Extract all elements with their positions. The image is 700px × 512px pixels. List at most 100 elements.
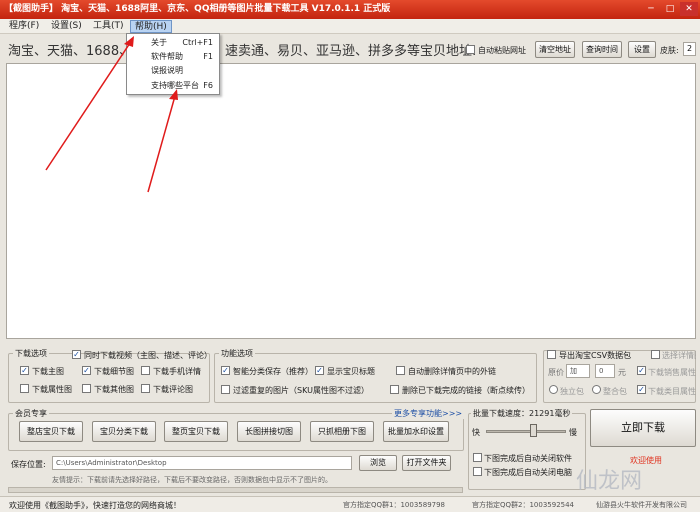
- auto-paste-checkbox[interactable]: [466, 45, 475, 54]
- menu-tools[interactable]: 工具(T): [89, 20, 128, 33]
- independent-radio[interactable]: [549, 385, 558, 394]
- speed-slider-thumb[interactable]: [530, 424, 537, 437]
- select-detail-checkbox[interactable]: [651, 350, 660, 359]
- watermark-settings-button[interactable]: 批量加水印设置: [383, 421, 449, 442]
- album-grab-button[interactable]: 只抓相册下图: [310, 421, 374, 442]
- original-price-label: 原价: [548, 368, 564, 377]
- settings-button[interactable]: 设置: [628, 41, 656, 58]
- auto-paste-label: 自动粘贴网址: [478, 46, 526, 55]
- progress-bar: [8, 487, 463, 493]
- status-bar: 欢迎使用《截图助手》，快速打造您的网络商城！ 官方指定QQ群1：10035897…: [0, 496, 700, 512]
- download-options-title: 下载选项: [13, 348, 49, 359]
- comment-image-checkbox[interactable]: [141, 384, 150, 393]
- minimize-button[interactable]: ─: [642, 2, 660, 16]
- category-download-button[interactable]: 宝贝分类下载: [92, 421, 156, 442]
- show-title-label: 显示宝贝标题: [327, 367, 375, 376]
- close-software-label: 下图完成后自动关闭软件: [484, 454, 572, 463]
- url-prompt-left: 淘宝、天猫、1688、: [8, 44, 133, 59]
- menu-bar: 程序(F) 设置(S) 工具(T) 帮助(H): [0, 19, 700, 34]
- independent-label: 独立包: [560, 387, 584, 396]
- mobile-detail-checkbox[interactable]: [141, 366, 150, 375]
- vip-title: 会员专享: [13, 408, 49, 419]
- main-image-label: 下载主图: [32, 367, 64, 376]
- clear-address-button[interactable]: 清空地址: [535, 41, 575, 58]
- status-qq2: 官方指定QQ群2：1003592544: [472, 501, 575, 509]
- merged-radio[interactable]: [592, 385, 601, 394]
- show-title-checkbox[interactable]: ✓: [315, 366, 324, 375]
- menu-item-platforms-label: 支持哪些平台: [151, 81, 199, 90]
- skin-label: 皮肤:: [660, 46, 679, 55]
- menu-item-platforms-shortcut: F6: [203, 81, 213, 90]
- filter-dup-checkbox[interactable]: [221, 385, 230, 394]
- delete-done-checkbox[interactable]: [390, 385, 399, 394]
- function-options-title: 功能选项: [219, 348, 255, 359]
- menu-item-false-alarm-label: 误报说明: [151, 66, 183, 75]
- shutdown-label: 下图完成后自动关闭电脑: [484, 468, 572, 477]
- status-qq1: 官方指定QQ群1：1003589798: [343, 501, 446, 509]
- menu-item-platforms[interactable]: 支持哪些平台 F6: [127, 79, 219, 92]
- menu-item-about-label: 关于: [151, 38, 167, 47]
- sales-attr-checkbox[interactable]: ✓: [637, 366, 646, 375]
- attr-image-label: 下载属性图: [32, 385, 72, 394]
- video-checkbox[interactable]: ✓: [72, 350, 81, 359]
- url-prompt-right: 速卖通、易贝、亚马逊、拼多多等宝贝地址:: [225, 44, 477, 59]
- status-welcome: 欢迎使用《截图助手》，快速打造您的网络商城！: [9, 501, 181, 510]
- title-bar: 【截图助手】 淘宝、天猫、1688阿里、京东、QQ相册等图片批量下载工具 V17…: [0, 0, 700, 19]
- open-folder-button[interactable]: 打开文件夹: [402, 455, 451, 471]
- menu-item-software-help-label: 软件帮助: [151, 52, 183, 61]
- filter-dup-label: 过滤重复的图片（SKU属性图不过滤）: [233, 386, 369, 395]
- menu-item-software-help[interactable]: 软件帮助 F1: [127, 50, 219, 63]
- query-time-button[interactable]: 查询时间: [582, 41, 622, 58]
- close-software-checkbox[interactable]: [473, 453, 482, 462]
- download-now-button[interactable]: 立即下载: [590, 409, 696, 447]
- speed-title: 批量下载速度：21291毫秒: [471, 408, 573, 419]
- attr-image-checkbox[interactable]: [20, 384, 29, 393]
- detail-image-label: 下载细节图: [94, 367, 134, 376]
- maximize-button[interactable]: □: [661, 2, 679, 16]
- sales-attr-label: 下载销售属性: [648, 368, 696, 377]
- menu-settings[interactable]: 设置(S): [47, 20, 86, 33]
- speed-slow-label: 慢: [569, 428, 577, 437]
- shutdown-checkbox[interactable]: [473, 467, 482, 476]
- other-image-checkbox[interactable]: [82, 384, 91, 393]
- speed-label: 批量下载速度：: [473, 409, 529, 418]
- category-attr-checkbox[interactable]: ✓: [637, 385, 646, 394]
- menu-item-software-help-shortcut: F1: [203, 52, 213, 61]
- detail-image-checkbox[interactable]: ✓: [82, 366, 91, 375]
- price-unit-label: 元: [618, 368, 626, 377]
- more-vip-link[interactable]: 更多专享功能>>>: [392, 408, 465, 419]
- menu-item-about-shortcut: Ctrl+F1: [182, 38, 213, 47]
- whole-shop-download-button[interactable]: 整店宝贝下载: [19, 421, 83, 442]
- speed-group: [468, 413, 586, 490]
- menu-item-about[interactable]: 关于 Ctrl+F1: [127, 36, 219, 49]
- speed-fast-label: 快: [472, 428, 480, 437]
- menu-help[interactable]: 帮助(H): [130, 20, 172, 33]
- comment-image-label: 下载评论图: [153, 385, 193, 394]
- save-location-label: 保存位置:: [11, 460, 46, 469]
- status-company: 仙游县火牛软件开发有限公司: [596, 501, 687, 509]
- save-path-field[interactable]: C:\Users\Administrator\Desktop: [52, 456, 352, 470]
- skin-value-field[interactable]: 2: [683, 42, 696, 56]
- speed-slider-track[interactable]: [486, 430, 566, 433]
- delete-done-label: 删除已下载完成的链接（断点续传）: [402, 386, 530, 395]
- export-csv-checkbox[interactable]: [547, 350, 556, 359]
- price-op-select[interactable]: 加: [566, 364, 590, 378]
- whole-page-download-button[interactable]: 整页宝贝下载: [164, 421, 228, 442]
- mobile-detail-label: 下载手机详情: [153, 367, 201, 376]
- address-textarea[interactable]: [6, 63, 696, 339]
- video-label: 同时下载视频（主图、描述、评论）: [84, 351, 212, 360]
- browse-button[interactable]: 浏览: [359, 455, 397, 471]
- menu-item-false-alarm[interactable]: 误报说明: [127, 64, 219, 77]
- smart-save-label: 智能分类保存（推荐）: [233, 367, 313, 376]
- main-image-checkbox[interactable]: ✓: [20, 366, 29, 375]
- remove-links-checkbox[interactable]: [396, 366, 405, 375]
- price-amount-field[interactable]: 0: [595, 364, 615, 378]
- close-button[interactable]: ✕: [680, 2, 698, 16]
- menu-program[interactable]: 程序(F): [5, 20, 43, 33]
- help-dropdown-menu: 关于 Ctrl+F1 软件帮助 F1 误报说明 支持哪些平台 F6: [126, 33, 220, 95]
- select-detail-label: 选择详情图: [662, 351, 696, 360]
- long-image-button[interactable]: 长图拼接切图: [237, 421, 301, 442]
- merged-label: 整合包: [603, 387, 627, 396]
- smart-save-checkbox[interactable]: ✓: [221, 366, 230, 375]
- window-title: 【截图助手】 淘宝、天猫、1688阿里、京东、QQ相册等图片批量下载工具 V17…: [4, 4, 391, 14]
